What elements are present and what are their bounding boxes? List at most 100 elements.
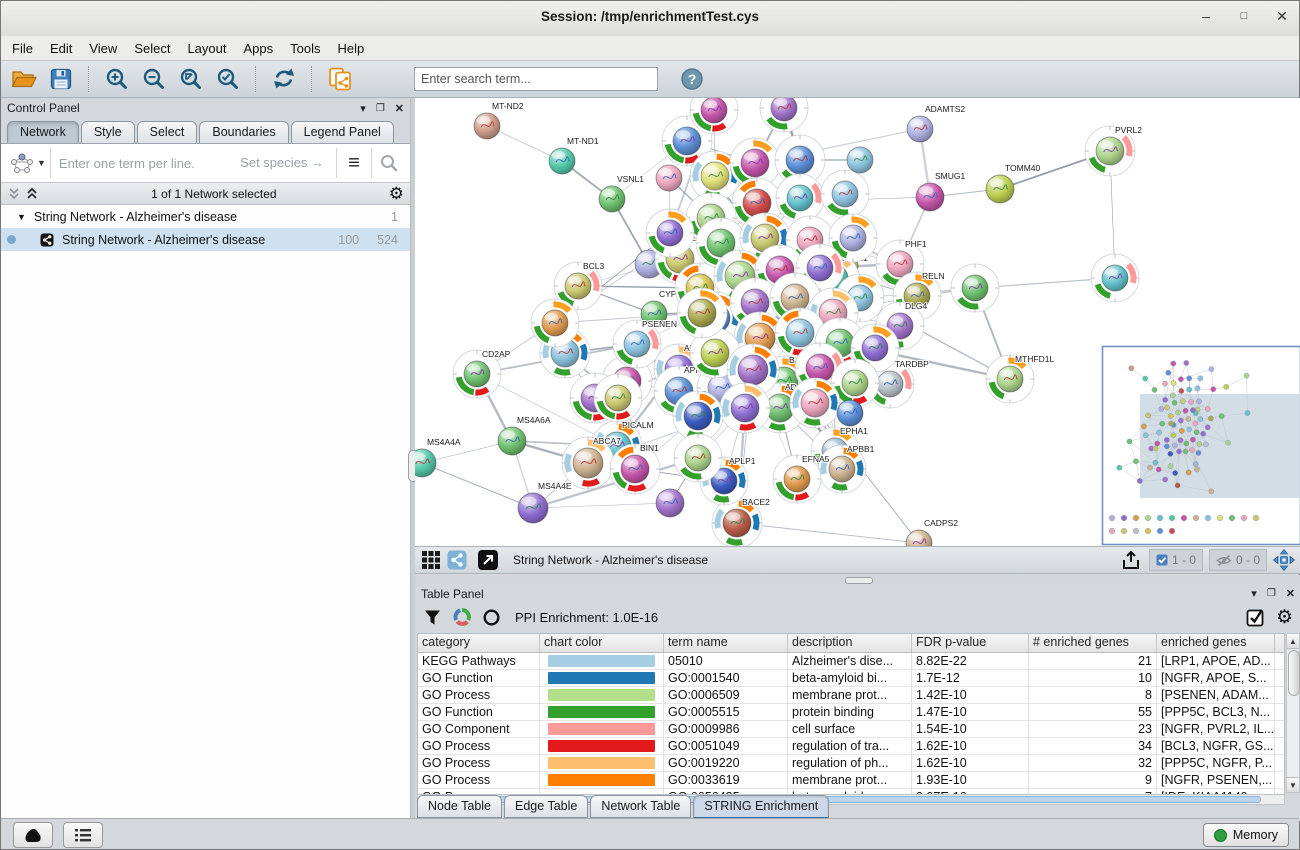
tab-string-enrichment[interactable]: STRING Enrichment [693,795,829,819]
graph-node[interactable] [646,209,694,257]
network-canvas[interactable]: MT-ND2MT-ND1VSNL1GAB2ADAMTS2SMUG1TOMM40P… [415,98,1300,546]
export-network-icon[interactable] [1119,549,1143,571]
tab-node-table[interactable]: Node Table [417,795,502,819]
tab-legend-panel[interactable]: Legend Panel [291,121,394,143]
scroll-up-icon[interactable]: ▲ [1287,634,1299,649]
column-header-fdr-p-value[interactable]: FDR p-value [912,634,1029,652]
string-database-selector[interactable]: ▼ [5,148,51,178]
network-tree-row[interactable]: String Network - Alzheimer's disease1005… [1,228,410,251]
expand-all-icon[interactable] [25,187,39,201]
pan-navigate-icon[interactable] [1273,549,1295,571]
tab-edge-table[interactable]: Edge Table [504,795,588,819]
table-row[interactable]: GO ComponentGO:0009986cell surface1.54E-… [418,721,1284,738]
graph-node[interactable] [531,299,579,347]
tab-network-table[interactable]: Network Table [590,795,691,819]
save-session-button[interactable] [46,65,76,93]
graph-node[interactable] [656,489,684,517]
collapse-all-icon[interactable] [7,187,21,201]
table-row[interactable]: GO ProcessGO:0051049regulation of tra...… [418,738,1284,755]
tab-boundaries[interactable]: Boundaries [199,121,288,143]
graph-node[interactable] [656,165,682,191]
string-options-button[interactable]: ≡ [336,148,371,178]
tab-style[interactable]: Style [81,121,135,143]
zoom-out-button[interactable] [139,65,169,93]
table-row[interactable]: KEGG Pathways05010Alzheimer's dise...8.8… [418,653,1284,670]
table-row[interactable]: GO FunctionGO:0001540beta-amyloid bi...1… [418,670,1284,687]
menu-item-tools[interactable]: Tools [290,41,320,56]
maximize-button[interactable]: □ [1235,7,1253,25]
graph-node[interactable] [720,383,770,433]
menu-item-select[interactable]: Select [134,41,170,56]
graph-node[interactable] [776,174,824,222]
help-button[interactable]: ? [677,65,707,93]
menu-item-apps[interactable]: Apps [244,41,274,56]
column-header-description[interactable]: description [788,634,912,652]
graph-node[interactable] [677,288,727,338]
graph-node[interactable] [951,264,999,312]
network-options-gear-icon[interactable]: ⚙ [389,184,404,204]
table-row[interactable]: GO ProcessGO:0019220regulation of ph...1… [418,755,1284,772]
open-session-button[interactable] [9,65,39,93]
network-tree-row[interactable]: ▼String Network - Alzheimer's disease1 [1,205,410,228]
filter-icon[interactable] [423,608,442,627]
tab-network[interactable]: Network [7,121,79,143]
table-row[interactable]: GO ProcessGO:0006509membrane prot...1.42… [418,687,1284,704]
string-terms-input[interactable] [51,148,232,178]
panel-menu-arrow-icon[interactable]: ▾ [360,102,366,115]
column-header-chart-color[interactable]: chart color [540,634,664,652]
menu-item-view[interactable]: View [89,41,117,56]
minimize-button[interactable]: – [1197,7,1215,25]
graph-node[interactable] [790,378,840,428]
birdseye-view[interactable] [1103,347,1300,545]
string-search-button[interactable] [371,148,406,178]
scrollbar-thumb[interactable] [1288,650,1300,696]
ring-chart-icon[interactable] [482,608,501,627]
menu-item-help[interactable]: Help [338,41,365,56]
zoom-in-button[interactable] [102,65,132,93]
select-rows-icon[interactable] [1246,607,1266,627]
panel-menu-arrow-icon[interactable]: ▾ [1251,587,1257,600]
graph-node[interactable] [594,374,642,422]
graph-node[interactable] [847,147,873,173]
table-row[interactable]: GO ProcessGO:0033619membrane prot...1.93… [418,772,1284,789]
column-header-term-name[interactable]: term name [664,634,788,652]
copy-network-button[interactable] [325,65,355,93]
memory-button[interactable]: Memory [1203,823,1289,847]
zoom-selected-button[interactable] [213,65,243,93]
automation-panel-button[interactable] [13,822,53,848]
tree-expander-icon[interactable]: ▼ [17,212,26,222]
table-row[interactable]: GO FunctionGO:0005515protein binding1.47… [418,704,1284,721]
scroll-down-icon[interactable]: ▼ [1287,777,1299,792]
set-species-hint[interactable]: Set species → [240,155,324,170]
tab-select[interactable]: Select [137,121,198,143]
column-header-category[interactable]: category [418,634,540,652]
horizontal-splitter[interactable] [415,575,1300,584]
graph-node[interactable] [673,391,723,441]
graph-node[interactable] [1091,254,1139,302]
menu-item-layout[interactable]: Layout [187,41,226,56]
panel-close-icon[interactable]: ✕ [1286,587,1295,600]
grid-view-icon[interactable] [421,550,441,570]
panel-float-icon[interactable]: ❐ [1267,588,1276,599]
graph-node[interactable] [821,170,869,218]
panel-close-icon[interactable]: ✕ [395,102,404,115]
donut-chart-icon[interactable] [452,607,472,627]
task-list-button[interactable] [63,822,103,848]
graph-node[interactable] [674,434,722,482]
menu-item-edit[interactable]: Edit [50,41,72,56]
close-button[interactable]: ✕ [1273,7,1291,25]
search-input[interactable] [414,67,658,91]
refresh-button[interactable] [269,65,299,93]
menu-item-file[interactable]: File [12,41,33,56]
panel-float-icon[interactable]: ❐ [376,103,385,114]
column-header-enriched-genes[interactable]: enriched genes [1157,634,1275,652]
splitter-handle[interactable] [845,577,873,584]
column-header--enriched-genes[interactable]: # enriched genes [1029,634,1157,652]
table-vertical-scrollbar[interactable]: ▲ ▼ [1286,633,1300,793]
open-in-window-icon[interactable] [477,549,499,571]
graph-node[interactable] [837,400,863,426]
zoom-fit-button[interactable] [176,65,206,93]
birdseye-toggle-icon[interactable] [447,550,467,570]
table-settings-gear-icon[interactable]: ⚙ [1276,606,1293,629]
enrichment-table[interactable]: categorychart colorterm namedescriptionF… [417,633,1285,795]
